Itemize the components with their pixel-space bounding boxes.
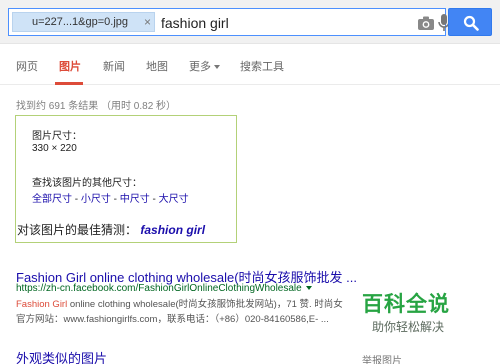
result-snippet-text: online clothing wholesale(时尚女孩服饰批发网站)，71… [67,299,343,310]
search-button[interactable] [448,8,492,36]
close-icon[interactable]: × [144,15,151,29]
search-header: u=227...1&gp=0.jpg × [0,0,500,44]
search-box[interactable]: u=227...1&gp=0.jpg × [8,8,450,36]
search-icon [463,15,479,31]
result-url: https://zh-cn.facebook.com/FashionGirlOn… [16,283,312,294]
search-tabs: 网页 图片 新闻 地图 更多 搜索工具 [0,44,500,85]
camera-icon[interactable] [417,15,435,31]
size-link-medium[interactable]: 中尺寸 [120,194,150,205]
best-guess-link[interactable]: fashion girl [140,223,205,237]
report-image-link[interactable]: 举报图片 [362,352,402,364]
watermark-logo: 百科全说 助你轻松解决 [362,288,464,334]
chevron-down-icon [214,65,220,70]
size-link-separator: - [149,194,159,205]
result-snippet: Fashion Girl online clothing wholesale(时… [16,296,352,310]
similar-images-link[interactable]: 外观类似的图片 [16,348,107,364]
size-links: 全部尺寸 - 小尺寸 - 中尺寸 - 大尺寸 [32,190,189,205]
tab-more-label: 更多 [189,61,211,73]
url-dropdown-icon[interactable] [305,286,312,291]
best-guess: 对该图片的最佳猜测： fashion girl [17,221,205,238]
image-query-filename: u=227...1&gp=0.jpg [31,16,129,28]
result-url-text: https://zh-cn.facebook.com/FashionGirlOn… [16,283,302,294]
tab-web[interactable]: 网页 [16,58,38,74]
watermark-subtitle: 助你轻松解决 [372,320,445,334]
tab-news[interactable]: 新闻 [103,58,125,74]
other-sizes-label: 查找该图片的其他尺寸： [32,178,142,189]
watermark-title: 百科全说 [362,293,450,316]
tab-maps[interactable]: 地图 [146,58,168,74]
image-info-card: 图片尺寸： 330 × 220 查找该图片的其他尺寸： 全部尺寸 - 小尺寸 -… [15,115,237,243]
tab-more[interactable]: 更多 [189,58,220,74]
size-link-all[interactable]: 全部尺寸 [32,194,72,205]
size-link-separator: - [110,194,120,205]
tab-search-tools[interactable]: 搜索工具 [240,58,284,74]
image-size-value: 330 × 220 [32,143,77,154]
result-stats: 找到约 691 条结果 （用时 0.82 秒） [16,101,177,112]
image-query-chip[interactable]: u=227...1&gp=0.jpg × [12,12,155,32]
result-snippet-highlight: Fashion Girl [16,299,68,310]
size-link-small[interactable]: 小尺寸 [81,194,111,205]
active-tab-indicator [55,82,83,85]
tab-images[interactable]: 图片 [59,58,81,74]
result-snippet-line2: 官方网站：www.fashiongirlfs.com，联系电话：（+86）020… [16,314,329,325]
size-link-large[interactable]: 大尺寸 [159,194,189,205]
best-guess-label: 对该图片的最佳猜测： [17,223,138,237]
size-link-separator: - [72,194,81,205]
search-input[interactable] [161,13,391,33]
image-size-label: 图片尺寸： [32,131,82,142]
